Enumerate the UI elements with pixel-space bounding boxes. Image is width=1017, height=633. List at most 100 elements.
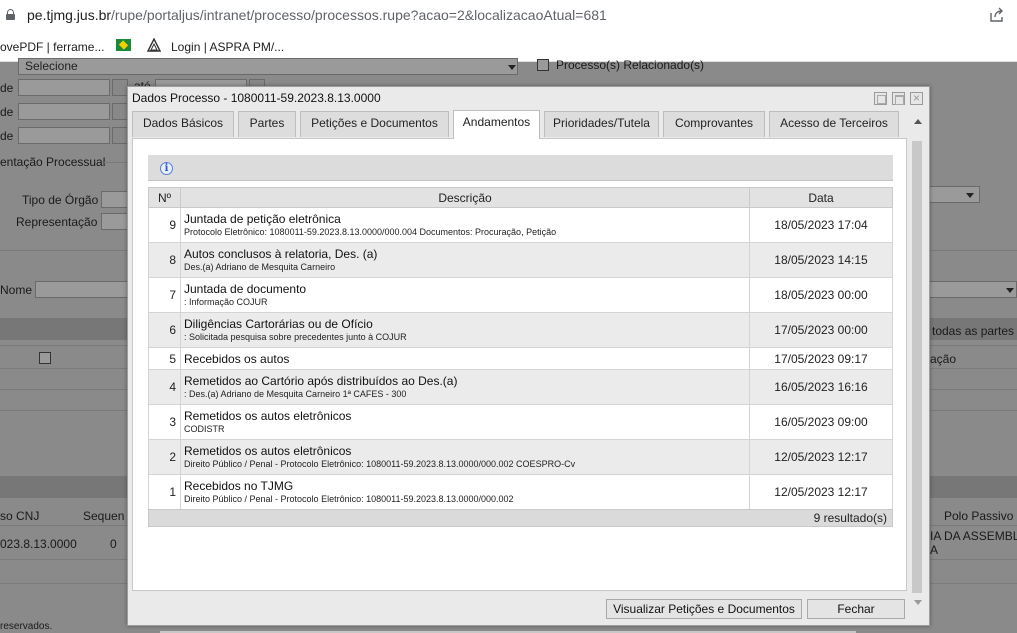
dialog-title: Dados Processo - 1080011-59.2023.8.13.00…	[132, 91, 381, 105]
cell-data: 17/05/2023 00:00	[749, 312, 893, 348]
cell-data: 18/05/2023 14:15	[749, 242, 893, 278]
scroll-down-icon[interactable]	[914, 600, 922, 605]
tab-acesso-terceiros[interactable]: Acesso de Terceiros	[769, 111, 899, 137]
flag-bookmark-icon[interactable]	[116, 39, 131, 51]
cell-descricao: Recebidos os autos	[180, 347, 750, 370]
tab-prioridades-tutela[interactable]: Prioridades/Tutela	[544, 111, 659, 137]
bg-checkbox-relacionados	[537, 59, 549, 71]
bg-col-cnj: so CNJ	[0, 509, 40, 523]
cell-num: 9	[148, 207, 181, 243]
bg-col-polo: Polo Passivo	[944, 509, 1014, 523]
bg-label-todas: todas as partes	[932, 324, 1015, 338]
bg-checkbox-all	[39, 352, 51, 364]
maximize-icon[interactable]	[892, 92, 905, 105]
col-header-descricao[interactable]: Descrição	[180, 187, 750, 208]
close-button[interactable]: Fechar	[807, 599, 905, 619]
triangle-logo-icon	[147, 38, 161, 52]
cell-data: 16/05/2023 16:16	[749, 369, 893, 405]
andamento-title: Remetidos os autos eletrônicos	[184, 408, 352, 423]
bookmark-aspra[interactable]: Login | ASPRA PM/...	[171, 40, 284, 54]
bg-footer: reservados.	[0, 621, 53, 632]
cell-num: 5	[148, 347, 181, 370]
cell-num: 8	[148, 242, 181, 278]
cell-descricao: Diligências Cartorárias ou de Ofício: So…	[180, 312, 750, 348]
cell-num: 6	[148, 312, 181, 348]
table-row[interactable]: 6 Diligências Cartorárias ou de Ofício: S…	[148, 312, 893, 348]
table-row[interactable]: 9 Juntada de petição eletrônica Protocolo …	[148, 207, 893, 243]
address-bar[interactable]: pe.tjmg.jus.br/rupe/portaljus/intranet/p…	[0, 0, 1017, 32]
url-text[interactable]: pe.tjmg.jus.br/rupe/portaljus/intranet/p…	[27, 7, 607, 23]
andamento-title: Recebidos no TJMG	[184, 478, 294, 493]
col-header-data[interactable]: Data	[749, 187, 893, 208]
table-row[interactable]: 7 Juntada de documento: Informação COJUR 1…	[148, 277, 893, 313]
col-header-num[interactable]: Nº	[148, 187, 181, 208]
table-row[interactable]: 1 Recebidos no TJMG Direito Público / Pena…	[148, 474, 893, 510]
andamento-title: Juntada de documento	[184, 281, 307, 296]
cell-data: 18/05/2023 00:00	[749, 277, 893, 313]
bg-label-de3: de	[0, 129, 14, 143]
bg-cell-polo-2: A	[930, 543, 939, 557]
lock-icon	[6, 9, 15, 20]
andamentos-table: Nº Descrição Data 9 Juntada de petição el…	[148, 187, 893, 510]
bg-date-4	[18, 127, 110, 144]
cell-num: 7	[148, 277, 181, 313]
andamento-title: Remetidos os autos eletrônicos	[184, 443, 352, 458]
tab-peticoes-documentos[interactable]: Petições e Documentos	[300, 111, 449, 137]
cell-num: 2	[148, 439, 181, 475]
cell-num: 1	[148, 474, 181, 510]
andamento-detail: Des.(a) Adriano de Mesquita Carneiro	[184, 261, 336, 272]
bg-cell-seq: 0	[110, 537, 117, 551]
andamento-detail: CODISTR	[184, 423, 225, 434]
table-row[interactable]: 3 Remetidos os autos eletrônicos CODISTR 16…	[148, 404, 893, 440]
tab-andamentos[interactable]: Andamentos	[453, 110, 540, 139]
cell-descricao: Juntada de documento: Informação COJUR	[180, 277, 750, 313]
cell-descricao: Remetidos ao Cartório após distribuídos …	[180, 369, 750, 405]
table-row[interactable]: 2 Remetidos os autos eletrônicos Direito P…	[148, 439, 893, 475]
bg-label-acao: ação	[930, 352, 957, 366]
table-row[interactable]: 5 Recebidos os autos 17/05/2023 09:17	[148, 347, 893, 370]
bg-cell-cnj: 023.8.13.0000	[0, 537, 77, 551]
bg-label-de1: de	[0, 81, 14, 95]
view-documents-button[interactable]: Visualizar Petições e Documentos	[606, 599, 802, 619]
cell-descricao: Recebidos no TJMG Direito Público / Penal…	[180, 474, 750, 510]
cell-data: 17/05/2023 09:17	[749, 347, 893, 370]
cell-data: 12/05/2023 12:17	[749, 474, 893, 510]
andamento-title: Autos conclusos à relatoria, Des. (a)	[184, 246, 378, 261]
bg-section-title: entação Processual	[0, 155, 106, 169]
tab-bar: Dados Básicos Partes Petições e Document…	[132, 110, 902, 139]
vertical-scroll-thumb[interactable]	[912, 141, 922, 593]
minimize-icon[interactable]	[874, 92, 887, 105]
cell-descricao: Juntada de petição eletrônica Protocolo E…	[180, 207, 750, 243]
grid-toolbar: i	[148, 155, 893, 181]
bg-label-tipo-orgao: Tipo de Órgão	[22, 193, 99, 207]
tab-comprovantes[interactable]: Comprovantes	[663, 111, 765, 137]
vertical-scrollbar[interactable]	[910, 111, 926, 619]
andamento-title: Diligências Cartorárias ou de Ofício	[184, 316, 373, 331]
bg-select: Selecione	[18, 58, 518, 75]
share-icon[interactable]	[989, 7, 1005, 23]
cell-descricao: Autos conclusos à relatoria, Des. (a) Des…	[180, 242, 750, 278]
table-row[interactable]: 4 Remetidos ao Cartório após distribuídos…	[148, 369, 893, 405]
bg-date-3	[18, 103, 110, 120]
bg-col-seq: Sequen	[83, 509, 125, 523]
cell-data: 18/05/2023 17:04	[749, 207, 893, 243]
info-icon[interactable]: i	[160, 162, 173, 175]
bookmark-ilovepdf[interactable]: ovePDF | ferrame...	[0, 40, 104, 54]
andamento-detail: : Solicitada pesquisa sobre precedentes …	[184, 331, 407, 342]
cell-descricao: Remetidos os autos eletrônicos Direito Pú…	[180, 439, 750, 475]
cell-data: 16/05/2023 09:00	[749, 404, 893, 440]
scroll-up-icon[interactable]	[914, 119, 922, 124]
andamento-detail: : Informação COJUR	[184, 296, 268, 307]
cell-num: 3	[148, 404, 181, 440]
bg-label-de2: de	[0, 105, 14, 119]
andamento-title: Remetidos ao Cartório após distribuídos …	[184, 373, 458, 388]
andamento-title: Recebidos os autos	[184, 351, 290, 366]
tab-dados-basicos[interactable]: Dados Básicos	[132, 111, 234, 137]
cell-descricao: Remetidos os autos eletrônicos CODISTR	[180, 404, 750, 440]
bg-calendar-icon-4	[112, 127, 128, 144]
table-row[interactable]: 8 Autos conclusos à relatoria, Des. (a) De…	[148, 242, 893, 278]
tab-partes[interactable]: Partes	[238, 111, 296, 137]
bg-label-nome: Nome	[0, 283, 33, 297]
andamento-detail: Direito Público / Penal - Protocolo Elet…	[184, 493, 514, 504]
close-icon[interactable]: ×	[910, 92, 923, 105]
